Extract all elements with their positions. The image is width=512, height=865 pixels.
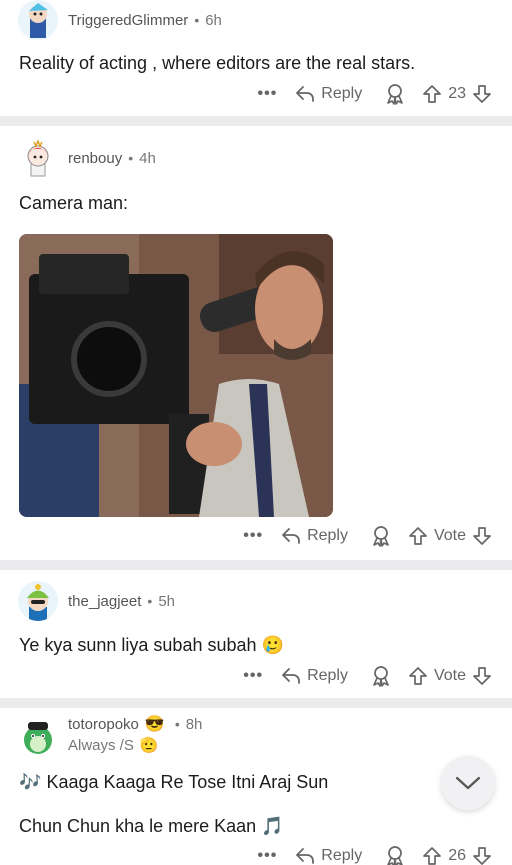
reply-label: Reply xyxy=(321,847,363,864)
award-button[interactable] xyxy=(384,83,406,105)
reply-label: Reply xyxy=(321,85,363,102)
more-options-button[interactable]: ••• xyxy=(243,667,263,685)
timestamp: 5h xyxy=(158,592,175,610)
username[interactable]: renbouy xyxy=(68,150,122,167)
avatar[interactable] xyxy=(18,581,58,621)
username[interactable]: the_jagjeet xyxy=(68,593,141,610)
reply-label: Reply xyxy=(307,527,348,544)
flair-emoji: 🫡 xyxy=(139,737,159,754)
comment-header: TriggeredGlimmer • 6h xyxy=(18,0,222,40)
vote-group: Vote xyxy=(408,666,492,686)
meme-image[interactable] xyxy=(19,234,333,517)
music-notes-emoji: 🎶 xyxy=(19,772,42,792)
reply-arrow-icon xyxy=(296,86,315,102)
upvote-icon[interactable] xyxy=(408,526,428,546)
comment-header: renbouy • 4h xyxy=(18,138,156,178)
reply-button[interactable]: Reply xyxy=(295,847,362,865)
award-icon xyxy=(387,846,404,865)
reply-arrow-icon xyxy=(282,528,300,544)
avatar[interactable] xyxy=(18,0,58,40)
flair-text: Always /S xyxy=(68,736,134,754)
timestamp: 8h xyxy=(185,715,203,733)
upvote-icon[interactable] xyxy=(422,846,442,865)
comment-card: totoropoko 😎 • 8h Always /S 🫡 🎶 Kaaga Ka… xyxy=(0,708,512,865)
reply-arrow-icon xyxy=(296,848,315,864)
vote-label: Vote xyxy=(433,527,466,544)
username[interactable]: totoropoko xyxy=(68,716,139,733)
upvote-icon[interactable] xyxy=(408,666,428,686)
user-line: totoropoko 😎 • 8h xyxy=(58,714,202,734)
avatar[interactable] xyxy=(18,138,58,178)
downvote-icon[interactable] xyxy=(472,526,492,546)
chevron-down-icon xyxy=(455,776,481,790)
timestamp: 6h xyxy=(205,11,222,29)
more-options-button[interactable]: ••• xyxy=(257,847,277,865)
reply-button[interactable]: Reply xyxy=(281,667,348,685)
comment-text: Camera man: xyxy=(19,193,129,213)
comment-card: renbouy • 4h Camera man: ••• Reply Vote xyxy=(0,126,512,560)
reply-button[interactable]: Reply xyxy=(281,527,348,545)
vote-group: 26 xyxy=(422,846,492,865)
vote-count: 23 xyxy=(448,85,466,102)
downvote-icon[interactable] xyxy=(472,666,492,686)
comment-text: Ye kya sunn liya subah subah 🥲 xyxy=(19,635,284,656)
comment-actions: ••• Reply 23 xyxy=(257,81,492,107)
comment-text-line-1: 🎶 Kaaga Kaaga Re Tose Itni Araj Sun xyxy=(19,772,328,793)
upvote-icon[interactable] xyxy=(422,84,442,104)
username[interactable]: TriggeredGlimmer xyxy=(68,12,188,29)
downvote-icon[interactable] xyxy=(472,846,492,865)
vote-group: 23 xyxy=(422,84,492,104)
award-icon xyxy=(373,666,389,687)
comment-text-content: Ye kya sunn liya subah subah xyxy=(19,635,257,655)
vote-count: 26 xyxy=(448,847,466,864)
vote-label: Vote xyxy=(433,667,466,684)
comment-header: totoropoko 😎 • 8h Always /S 🫡 xyxy=(18,714,202,756)
username-emoji: 😎 xyxy=(144,716,165,733)
emoji: 🥲 xyxy=(261,635,284,655)
comment-header: the_jagjeet • 5h xyxy=(18,581,175,621)
downvote-icon[interactable] xyxy=(472,84,492,104)
user-meta: totoropoko 😎 • 8h Always /S 🫡 xyxy=(58,714,202,755)
award-icon xyxy=(387,84,404,105)
more-options-button[interactable]: ••• xyxy=(243,527,263,545)
reply-label: Reply xyxy=(307,667,348,684)
reply-button[interactable]: Reply xyxy=(295,85,362,103)
award-button[interactable] xyxy=(370,525,392,547)
music-note-emoji: 🎵 xyxy=(261,816,284,836)
comment-card: the_jagjeet • 5h Ye kya sunn liya subah … xyxy=(0,570,512,698)
comment-actions: ••• Reply 26 xyxy=(257,843,492,865)
award-icon xyxy=(373,526,389,547)
comment-card: TriggeredGlimmer • 6h Reality of acting … xyxy=(0,0,512,116)
separator-dot: • xyxy=(194,12,200,28)
vote-group: Vote xyxy=(408,526,492,546)
separator-dot: • xyxy=(128,150,134,166)
comment-text-content: Chun Chun kha le mere Kaan xyxy=(19,816,257,836)
avatar[interactable] xyxy=(18,716,58,756)
comment-text-line-2: Chun Chun kha le mere Kaan 🎵 xyxy=(19,816,284,837)
timestamp: 4h xyxy=(139,149,156,167)
user-flair: Always /S 🫡 xyxy=(68,736,202,755)
award-button[interactable] xyxy=(370,665,392,687)
award-button[interactable] xyxy=(384,845,406,865)
separator-dot: • xyxy=(174,716,180,732)
comment-text: Reality of acting , where editors are th… xyxy=(19,53,416,73)
comment-actions: ••• Reply Vote xyxy=(243,663,492,689)
scroll-down-button[interactable] xyxy=(441,756,495,810)
more-options-button[interactable]: ••• xyxy=(257,85,277,103)
reply-arrow-icon xyxy=(282,668,300,684)
comment-text-content: Kaaga Kaaga Re Tose Itni Araj Sun xyxy=(46,772,329,792)
separator-dot: • xyxy=(147,593,153,609)
comment-actions: ••• Reply Vote xyxy=(243,523,492,549)
